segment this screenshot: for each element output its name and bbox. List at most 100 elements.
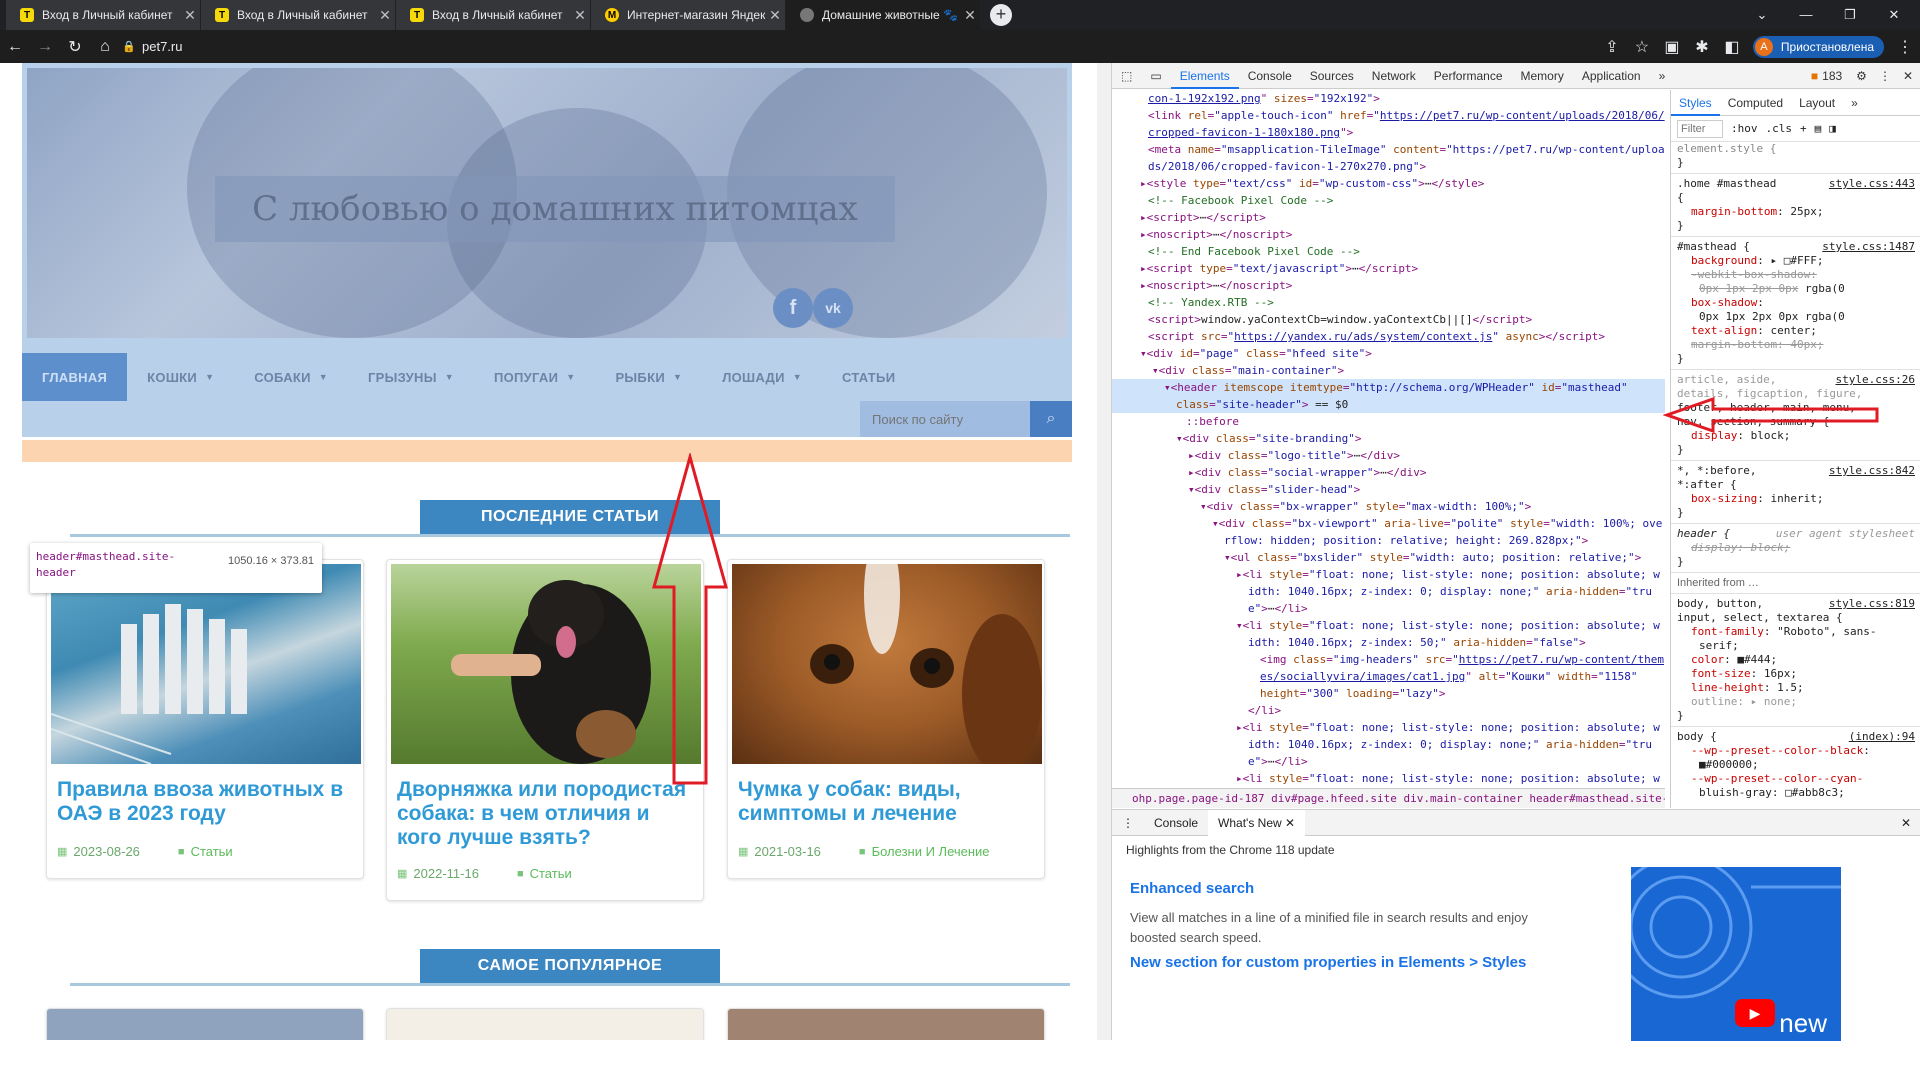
devtools-close-icon[interactable]: ✕: [1903, 69, 1913, 83]
minimize-icon[interactable]: —: [1784, 0, 1828, 30]
facebook-icon[interactable]: f: [773, 288, 813, 328]
nav-item-parrots[interactable]: ПОПУГАИ ▼: [474, 353, 596, 401]
search-icon[interactable]: ⌕: [1030, 401, 1072, 437]
article-title[interactable]: Чумка у собак: виды, симптомы и лечение: [738, 778, 1038, 826]
folder-icon: ■: [177, 845, 185, 858]
browser-tab-active[interactable]: ● Домашние животные 🐾 Все ✕: [786, 0, 981, 30]
article-title[interactable]: Правила ввоза животных в ОАЭ в 2023 году: [57, 778, 357, 826]
tab-sources[interactable]: Sources: [1301, 63, 1363, 89]
tab-elements[interactable]: Elements: [1170, 63, 1239, 89]
issues-count[interactable]: 183: [1822, 69, 1842, 83]
browser-tab[interactable]: T Вход в Личный кабинет ✕: [6, 0, 201, 30]
tab-label: Вход в Личный кабинет: [237, 8, 368, 22]
article-card[interactable]: Правила ввоза животных в ОАЭ в 2023 году…: [46, 559, 364, 879]
inspect-icon[interactable]: ⬚: [1112, 63, 1141, 89]
nav-item-home[interactable]: ГЛАВНАЯ: [22, 353, 128, 401]
lock-icon: 🔒: [122, 41, 136, 53]
forward-icon[interactable]: →: [30, 38, 60, 56]
close-tab-icon[interactable]: ✕: [1285, 816, 1295, 830]
menu-icon[interactable]: ⋮: [1890, 37, 1920, 57]
sidebar-toggle-icon[interactable]: ◨: [1829, 122, 1836, 135]
thumbnail-caption: new: [1779, 1008, 1827, 1038]
nav-item-horses[interactable]: ЛОШАДИ ▼: [702, 353, 822, 401]
nav-item-fish[interactable]: РЫБКИ ▼: [595, 353, 702, 401]
article-category[interactable]: Статьи: [191, 844, 233, 859]
browser-tab[interactable]: T Вход в Личный кабинет ✕: [396, 0, 591, 30]
tab-layout[interactable]: Layout: [1791, 96, 1843, 110]
nav-item-articles[interactable]: СТАТЬИ: [822, 353, 915, 401]
add-rule-icon[interactable]: +: [1800, 122, 1807, 135]
drawer-close-icon[interactable]: ✕: [1891, 816, 1920, 830]
feature-link-enhanced-search[interactable]: Enhanced search: [1130, 880, 1254, 897]
browser-tab[interactable]: M Интернет-магазин Яндекс Мар ✕: [591, 0, 786, 30]
hov-toggle[interactable]: :hov: [1731, 122, 1758, 135]
feature-link-custom-properties[interactable]: New section for custom properties in Ele…: [1130, 954, 1526, 971]
elements-tree[interactable]: con-1-192x192.png" sizes="192x192"> <lin…: [1112, 90, 1665, 788]
puzzle-icon[interactable]: ✱: [1687, 37, 1717, 57]
cls-toggle[interactable]: .cls: [1766, 122, 1793, 135]
drawer-menu-icon[interactable]: ⋮: [1112, 816, 1144, 830]
article-title[interactable]: Дворняжка или породистая собака: в чем о…: [397, 778, 697, 850]
nav-label: ГЛАВНАЯ: [42, 369, 108, 385]
browser-tab[interactable]: T Вход в Личный кабинет ✕: [201, 0, 396, 30]
close-tab-icon[interactable]: ✕: [180, 7, 200, 24]
tab-application[interactable]: Application: [1573, 63, 1650, 89]
reload-icon[interactable]: ↻: [60, 37, 90, 57]
search-input[interactable]: [860, 401, 1030, 437]
sidebar-icon[interactable]: ◧: [1717, 37, 1747, 57]
article-image-uae[interactable]: [51, 564, 361, 764]
back-icon[interactable]: ←: [0, 38, 30, 56]
drawer-tab-whats-new[interactable]: What's New ✕: [1208, 809, 1306, 836]
article-image-beagle[interactable]: [732, 564, 1042, 764]
extension-icon[interactable]: ▣: [1657, 37, 1687, 57]
nav-item-rodents[interactable]: ГРЫЗУНЫ ▼: [348, 353, 474, 401]
tab-computed[interactable]: Computed: [1720, 96, 1791, 110]
home-icon[interactable]: ⌂: [90, 38, 120, 56]
share-icon[interactable]: ⇪: [1597, 37, 1627, 57]
issues-icon[interactable]: ■: [1811, 69, 1818, 83]
restore-icon[interactable]: ❐: [1828, 0, 1872, 30]
tab-memory[interactable]: Memory: [1512, 63, 1573, 89]
settings-gear-icon[interactable]: ⚙: [1856, 69, 1867, 83]
styles-tabs: Styles Computed Layout »: [1671, 90, 1920, 116]
profile-button[interactable]: A Приостановлена: [1752, 35, 1884, 58]
more-tabs-icon[interactable]: »: [1843, 96, 1866, 110]
vk-icon[interactable]: vk: [813, 288, 853, 328]
article-card[interactable]: [46, 1008, 364, 1040]
close-tab-icon[interactable]: ✕: [960, 7, 980, 24]
close-tab-icon[interactable]: ✕: [375, 7, 395, 24]
device-toolbar-icon[interactable]: ▭: [1141, 63, 1170, 89]
devtools-menu-icon[interactable]: ⋮: [1879, 69, 1891, 83]
window-close-icon[interactable]: ✕: [1872, 0, 1916, 30]
nav-item-dogs[interactable]: СОБАКИ ▼: [234, 353, 348, 401]
close-tab-icon[interactable]: ✕: [765, 7, 785, 24]
paint-icon[interactable]: ▤: [1815, 122, 1822, 135]
close-tab-icon[interactable]: ✕: [570, 7, 590, 24]
drawer-tab-console[interactable]: Console: [1144, 816, 1208, 830]
dom-breadcrumb[interactable]: ohp.page.page-id-187 div#page.hfeed.site…: [1112, 788, 1665, 808]
article-card[interactable]: [727, 1008, 1045, 1040]
article-category[interactable]: Болезни И Лечение: [872, 844, 990, 859]
tab-search-icon[interactable]: ⌄: [1740, 0, 1784, 30]
article-category[interactable]: Статьи: [530, 866, 572, 881]
new-tab-button[interactable]: +: [990, 4, 1012, 26]
more-tabs-icon[interactable]: »: [1650, 63, 1675, 89]
article-card[interactable]: [386, 1008, 704, 1040]
page-scrollbar[interactable]: [1097, 63, 1111, 1040]
tab-network[interactable]: Network: [1363, 63, 1425, 89]
tab-console[interactable]: Console: [1239, 63, 1301, 89]
play-icon[interactable]: ▶: [1735, 999, 1775, 1027]
tab-label: Вход в Личный кабинет: [42, 8, 173, 22]
avatar: A: [1754, 37, 1773, 56]
article-image-dog[interactable]: [391, 564, 701, 764]
tooltip-selector: header#masthead.site-header: [36, 550, 176, 579]
tab-styles[interactable]: Styles: [1671, 90, 1720, 116]
bookmark-star-icon[interactable]: ☆: [1627, 37, 1657, 57]
article-card[interactable]: Дворняжка или породистая собака: в чем о…: [386, 559, 704, 901]
address-bar[interactable]: pet7.ru: [142, 39, 182, 54]
styles-filter-input[interactable]: [1677, 119, 1723, 138]
nav-item-cats[interactable]: КОШКИ ▼: [127, 353, 234, 401]
article-card[interactable]: Чумка у собак: виды, симптомы и лечение …: [727, 559, 1045, 879]
whats-new-video-thumbnail[interactable]: ▶ new: [1631, 867, 1841, 1041]
tab-performance[interactable]: Performance: [1425, 63, 1512, 89]
